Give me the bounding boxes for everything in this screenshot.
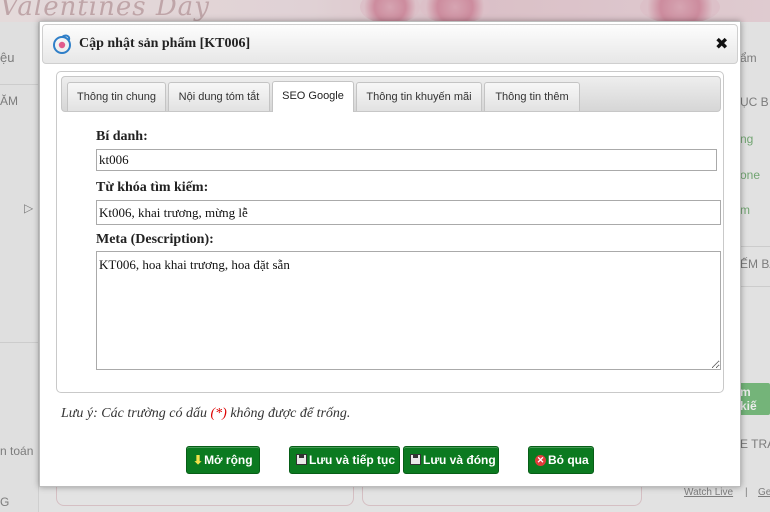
alias-label: Bí danh:	[96, 129, 148, 144]
save-close-label: Lưu và đóng	[423, 453, 496, 467]
update-product-dialog: Cập nhật sản phẩm [KT006] ✖ Thông tin ch…	[39, 21, 741, 487]
keywords-input[interactable]	[96, 200, 721, 225]
required-mark: (*)	[210, 406, 227, 421]
meta-description-textarea[interactable]: KT006, hoa khai trương, hoa đặt sẵn	[96, 251, 721, 370]
tab-general-info[interactable]: Thông tin chung	[67, 82, 166, 111]
skip-button[interactable]: ✕ Bỏ qua	[528, 446, 594, 474]
skip-button-label: Bỏ qua	[548, 453, 589, 467]
dialog-titlebar: Cập nhật sản phẩm [KT006] ✖	[42, 24, 738, 64]
tab-summary[interactable]: Nội dung tóm tắt	[168, 82, 270, 111]
save-icon	[296, 454, 307, 465]
required-fields-note: Lưu ý: Các trường có dấu (*) không được …	[61, 406, 350, 422]
save-icon	[410, 454, 421, 465]
arrow-down-icon: ⬇	[193, 453, 204, 467]
note-suffix: không được để trống.	[226, 406, 351, 421]
tab-content-panel: Thông tin chung Nội dung tóm tắt SEO Goo…	[56, 71, 724, 393]
tab-promotion[interactable]: Thông tin khuyến mãi	[356, 82, 482, 111]
dialog-title: Cập nhật sản phẩm [KT006]	[79, 36, 251, 51]
meta-description-label: Meta (Description):	[96, 232, 214, 247]
note-prefix: Lưu ý: Các trường có dấu	[61, 406, 211, 421]
expand-button-label: Mở rộng	[204, 453, 253, 467]
save-continue-button[interactable]: Lưu và tiếp tục	[289, 446, 400, 474]
tab-bar: Thông tin chung Nội dung tóm tắt SEO Goo…	[61, 76, 721, 112]
alias-input[interactable]	[96, 149, 717, 171]
tab-additional-info[interactable]: Thông tin thêm	[484, 82, 580, 111]
save-continue-label: Lưu và tiếp tục	[309, 453, 396, 467]
close-icon[interactable]: ✖	[715, 35, 728, 53]
app-logo-icon	[53, 34, 71, 54]
cancel-icon: ✕	[535, 455, 546, 466]
tab-seo-google[interactable]: SEO Google	[272, 81, 354, 112]
save-close-button[interactable]: Lưu và đóng	[403, 446, 499, 474]
expand-button[interactable]: ⬇Mở rộng	[186, 446, 260, 474]
keywords-label: Từ khóa tìm kiếm:	[96, 180, 209, 195]
